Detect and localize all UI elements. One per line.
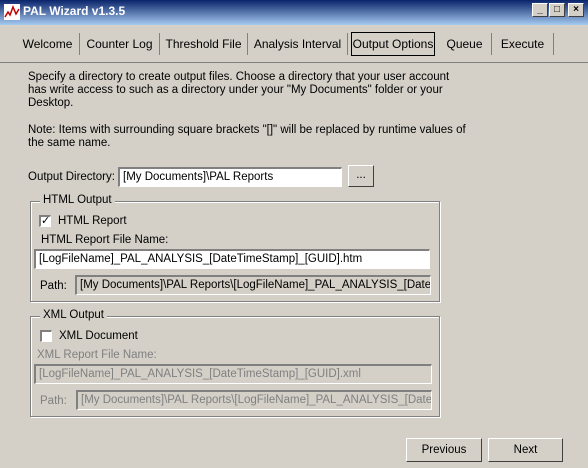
output-directory-label: Output Directory:: [28, 171, 115, 183]
tab-output-options[interactable]: Output Options: [351, 32, 435, 56]
html-path-label: Path:: [40, 280, 67, 292]
html-filename-label: HTML Report File Name:: [41, 234, 169, 246]
previous-button[interactable]: Previous: [406, 438, 482, 462]
html-output-group-label: HTML Output: [40, 194, 115, 206]
html-filename-input[interactable]: [LogFileName]_PAL_ANALYSIS_[DateTimeStam…: [34, 249, 430, 269]
next-button[interactable]: Next: [488, 438, 563, 462]
tab-execute[interactable]: Execute: [492, 33, 554, 55]
window-title: PAL Wizard v1.3.5: [23, 4, 126, 18]
tab-threshold-file[interactable]: Threshold File: [160, 33, 248, 55]
output-directory-input[interactable]: [My Documents]\PAL Reports: [118, 167, 342, 187]
tab-welcome[interactable]: Welcome: [16, 33, 80, 55]
maximize-button[interactable]: □: [549, 3, 565, 17]
xml-document-checkbox[interactable]: [40, 330, 52, 342]
html-report-checkbox-label: HTML Report: [58, 215, 127, 227]
xml-path-label: Path:: [40, 395, 67, 407]
xml-path-field: [My Documents]\PAL Reports\[LogFileName]…: [76, 390, 432, 410]
tab-counter-log[interactable]: Counter Log: [80, 33, 160, 55]
minimize-button[interactable]: _: [532, 3, 548, 17]
html-report-checkbox[interactable]: ✓: [39, 215, 51, 227]
title-bar: PAL Wizard v1.3.5 _ □ ×: [0, 0, 588, 25]
tab-strip: Welcome Counter Log Threshold File Analy…: [0, 25, 588, 63]
browse-button[interactable]: ...: [348, 165, 374, 187]
tab-queue[interactable]: Queue: [438, 33, 492, 55]
xml-document-checkbox-label: XML Document: [59, 330, 138, 342]
html-path-field: [My Documents]\PAL Reports\[LogFileName]…: [75, 275, 431, 295]
intro-line-3: Desktop.: [28, 97, 74, 109]
intro-line-2: has write access to such as a directory …: [28, 84, 443, 96]
xml-filename-input: [LogFileName]_PAL_ANALYSIS_[DateTimeStam…: [34, 364, 432, 384]
pal-app-icon: [4, 4, 20, 20]
xml-output-group-label: XML Output: [40, 309, 107, 321]
note-line-2: the same name.: [28, 137, 111, 149]
close-button[interactable]: ×: [568, 3, 584, 17]
intro-line-1: Specify a directory to create output fil…: [28, 71, 450, 83]
xml-filename-label: XML Report File Name:: [37, 349, 157, 361]
tab-analysis-interval[interactable]: Analysis Interval: [248, 33, 348, 55]
note-line-1: Note: Items with surrounding square brac…: [28, 124, 466, 136]
